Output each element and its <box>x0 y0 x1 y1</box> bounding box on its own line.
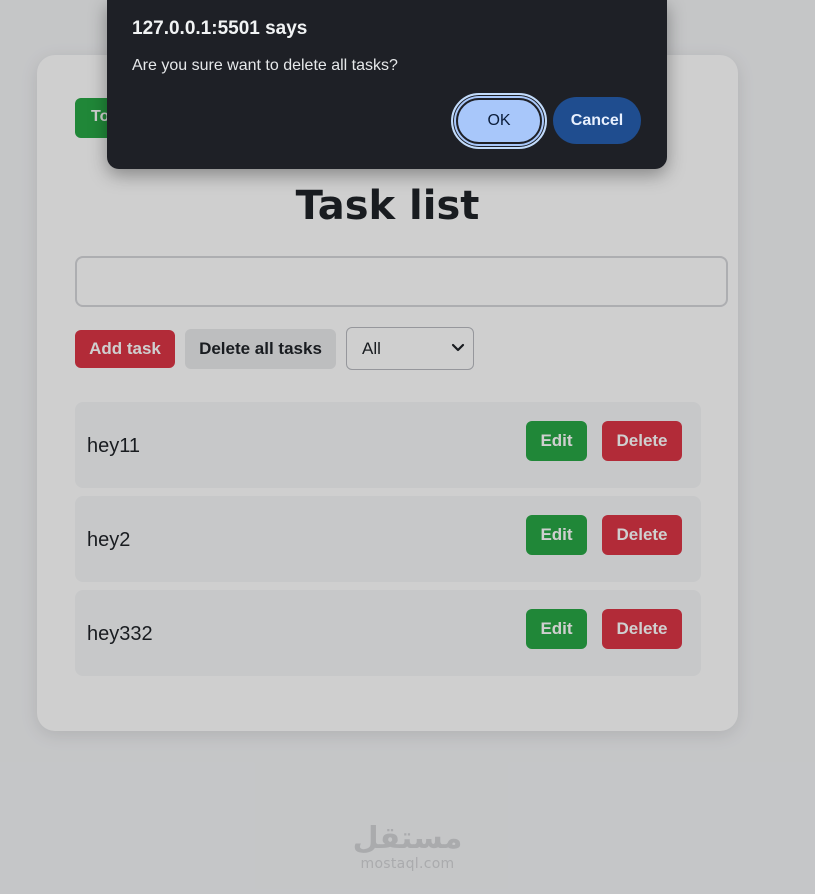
ok-button-label: OK <box>456 98 542 144</box>
confirm-dialog: 127.0.0.1:5501 says Are you sure want to… <box>107 0 667 169</box>
dialog-title: 127.0.0.1:5501 says <box>132 18 308 39</box>
dialog-message: Are you sure want to delete all tasks? <box>132 57 398 74</box>
cancel-button[interactable]: Cancel <box>553 97 641 144</box>
modal-overlay: 127.0.0.1:5501 says Are you sure want to… <box>0 0 815 894</box>
ok-button[interactable]: OK <box>451 93 547 149</box>
